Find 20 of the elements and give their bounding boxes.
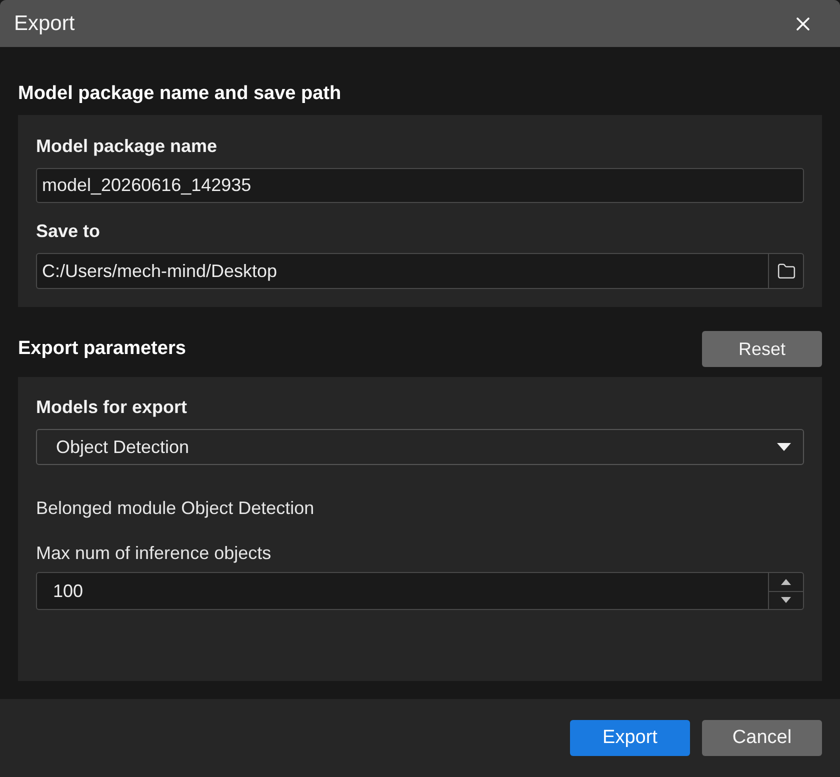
model-select[interactable]: Object Detection: [36, 429, 804, 465]
number-input[interactable]: 100: [36, 572, 768, 610]
field-label: Max num of inference objects: [36, 542, 272, 564]
section-title: Export parameters: [18, 337, 186, 361]
caret-down-icon: [781, 597, 791, 604]
section-title: Model package name and save path: [18, 82, 342, 106]
export-button[interactable]: Export: [570, 720, 690, 756]
caret-up-icon: [781, 578, 791, 585]
cancel-button[interactable]: Cancel: [702, 720, 822, 756]
folder-icon: [776, 262, 796, 280]
window-title: Export: [14, 10, 75, 37]
caret-down-icon: [777, 443, 791, 451]
package-name-input[interactable]: model_20260616_142935: [36, 168, 804, 203]
reset-button[interactable]: Reset: [702, 331, 822, 367]
browse-folder-button[interactable]: [768, 253, 804, 289]
field-label: Models for export: [36, 396, 188, 418]
field-label: Save to: [36, 220, 102, 242]
module-note: Belonged module Object Detection: [36, 497, 316, 519]
field-label: Model package name: [36, 135, 218, 157]
save-path-input[interactable]: C:/Users/mech-mind/Desktop: [36, 253, 768, 289]
